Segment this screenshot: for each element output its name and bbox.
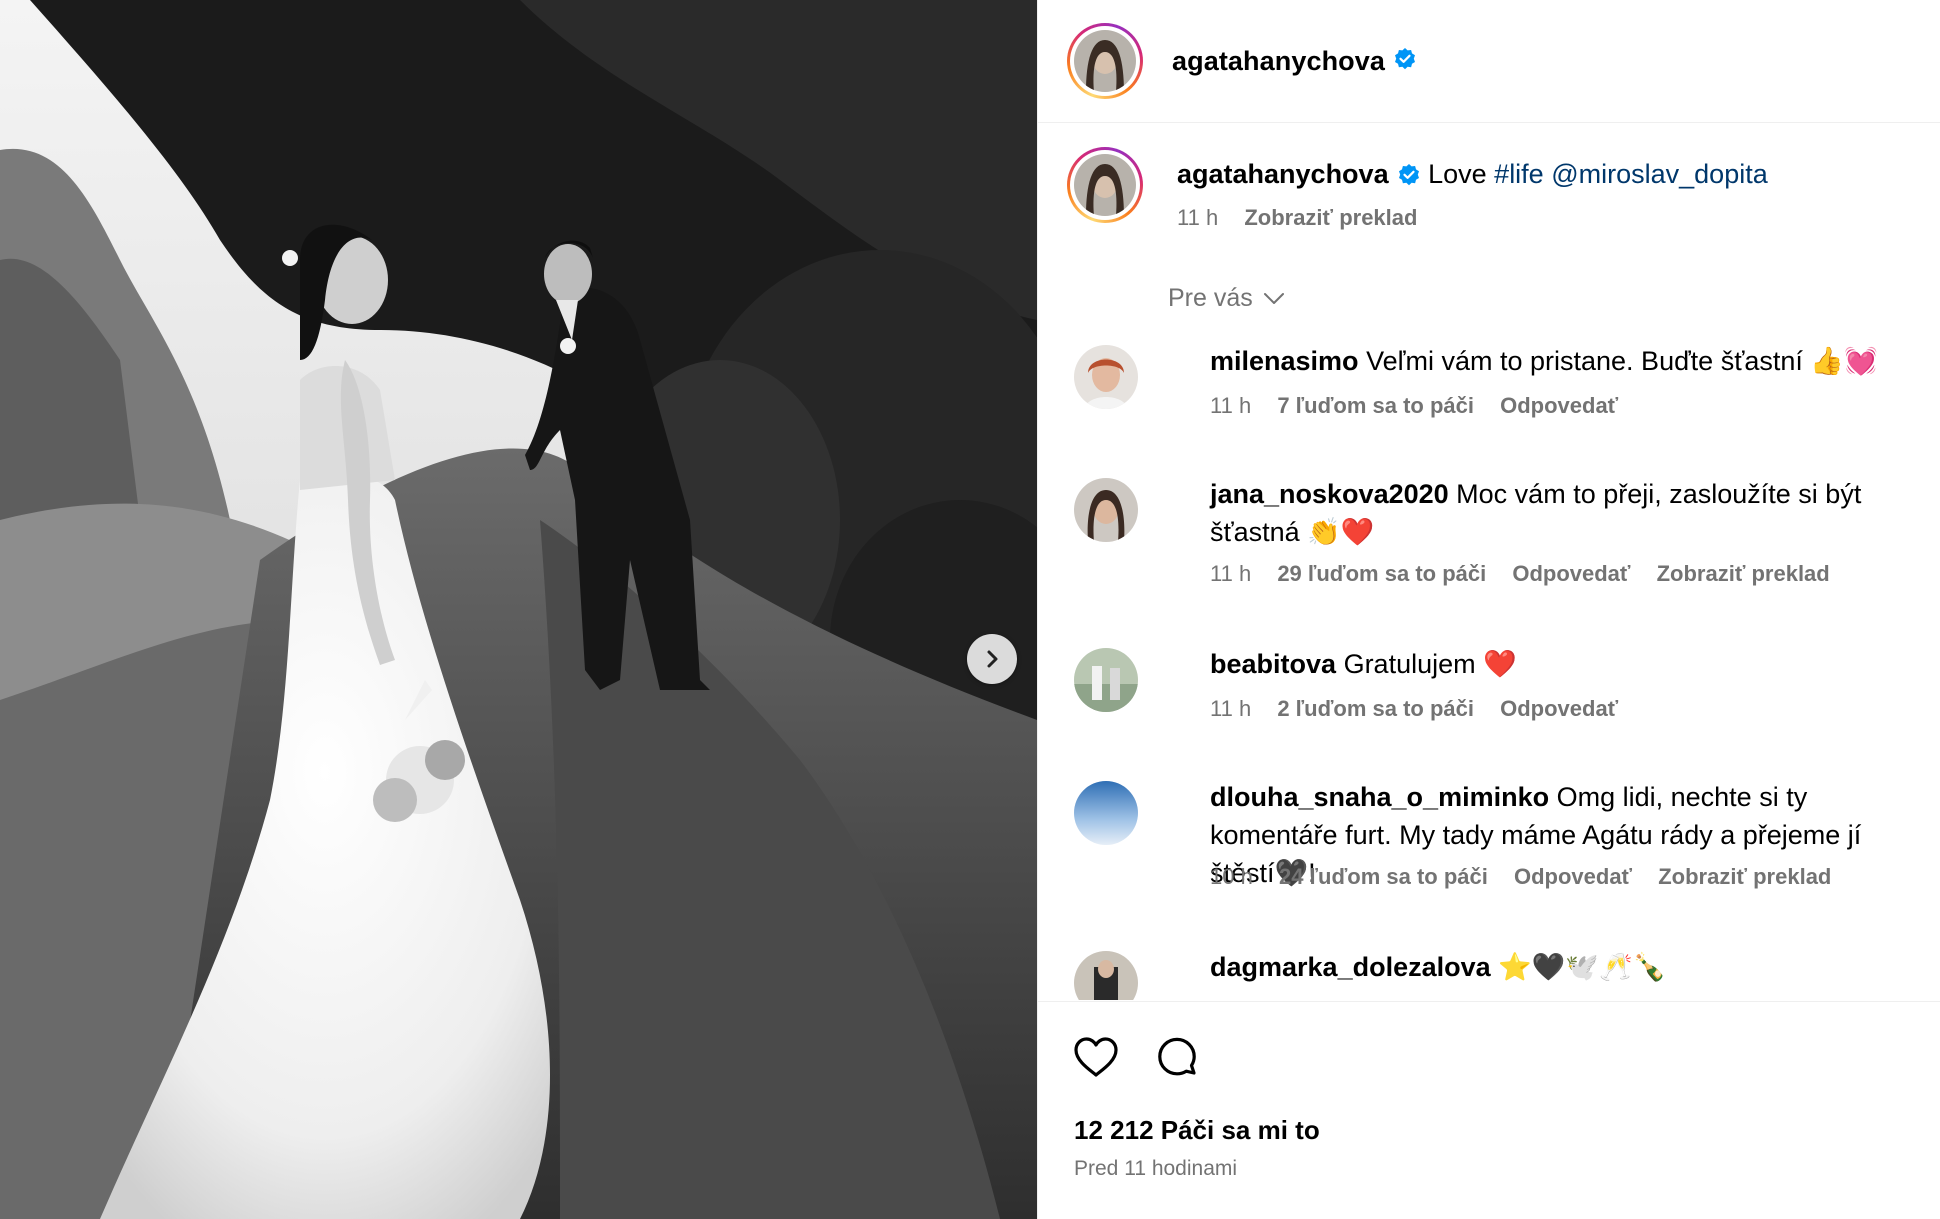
likes-count[interactable]: 12 212 Páči sa mi to <box>1074 1115 1320 1146</box>
comment-reply-button[interactable]: Odpovedať <box>1514 864 1632 889</box>
caption-time: 11 h <box>1177 205 1219 230</box>
comment-likes-link[interactable]: 2 ľuďom sa to páči <box>1277 696 1474 721</box>
commenter-avatar[interactable] <box>1074 781 1138 845</box>
comment-message: Gratulujem ❤️ <box>1343 649 1517 679</box>
commenter-avatar[interactable] <box>1074 478 1138 542</box>
commenter-avatar[interactable] <box>1074 345 1138 409</box>
next-photo-button[interactable] <box>967 634 1017 684</box>
comment-message: ⭐️🖤🕊️🥂🍾 <box>1498 952 1667 982</box>
comment-meta: 11 h 7 ľuďom sa to páči Odpovedať <box>1210 393 1638 419</box>
comment-reply-button[interactable]: Odpovedať <box>1512 561 1630 586</box>
caption-author-avatar[interactable] <box>1067 147 1143 223</box>
comment-text: jana_noskova2020 Moc vám to přeji, zaslo… <box>1210 475 1910 551</box>
comment-icon[interactable] <box>1153 1034 1201 1082</box>
comment-text: beabitova Gratulujem ❤️ <box>1210 645 1910 683</box>
comment-likes-link[interactable]: 24 ľuďom sa to páči <box>1279 864 1488 889</box>
post-photo[interactable] <box>0 0 1037 1219</box>
comment-meta: 11 h 2 ľuďom sa to páči Odpovedať <box>1210 696 1638 722</box>
comment-sort-label: Pre vás <box>1168 284 1253 312</box>
post-actions: 12 212 Páči sa mi to Pred 11 hodinami <box>1038 1001 1940 1219</box>
comment-time: 11 h <box>1210 393 1252 418</box>
comment-translate-link[interactable]: Zobraziť preklad <box>1658 864 1831 889</box>
comment-time: 10 h <box>1210 864 1253 889</box>
wedding-photo <box>0 0 1037 1219</box>
verified-icon <box>1393 47 1417 76</box>
comment-text: milenasimo Veľmi vám to pristane. Buďte … <box>1210 342 1910 380</box>
commenter-username[interactable]: beabitova <box>1210 649 1336 679</box>
comment-text: dagmarka_dolezalova ⭐️🖤🕊️🥂🍾 <box>1210 948 1910 986</box>
author-avatar[interactable] <box>1067 23 1143 99</box>
chevron-down-icon <box>1263 284 1285 313</box>
commenter-username[interactable]: jana_noskova2020 <box>1210 479 1449 509</box>
comment-time: 11 h <box>1210 696 1252 721</box>
caption-hashtag-link[interactable]: #life <box>1494 159 1544 189</box>
caption-mention-link[interactable]: @miroslav_dopita <box>1551 159 1768 189</box>
commenter-avatar[interactable] <box>1074 951 1138 1000</box>
caption-body: Love <box>1428 159 1495 189</box>
comment-time: 11 h <box>1210 561 1252 586</box>
post-header: agatahanychova <box>1038 0 1940 123</box>
commenter-avatar[interactable] <box>1074 648 1138 712</box>
author-username[interactable]: agatahanychova <box>1172 46 1385 77</box>
commenter-username[interactable]: milenasimo <box>1210 346 1359 376</box>
comment-likes-link[interactable]: 7 ľuďom sa to páči <box>1277 393 1474 418</box>
commenter-username[interactable]: dlouha_snaha_o_miminko <box>1210 782 1549 812</box>
heart-icon[interactable] <box>1072 1034 1120 1082</box>
commenter-username[interactable]: dagmarka_dolezalova <box>1210 952 1491 982</box>
action-icons <box>1072 1034 1201 1082</box>
comments-list[interactable]: milenasimo Veľmi vám to pristane. Buďte … <box>1038 330 1940 1000</box>
comment-likes-link[interactable]: 29 ľuďom sa to páči <box>1277 561 1486 586</box>
chevron-right-icon <box>980 647 1004 671</box>
comment-message: Veľmi vám to pristane. Buďte šťastní 👍💓 <box>1366 346 1878 376</box>
comment-sort-dropdown[interactable]: Pre vás <box>1168 284 1285 313</box>
caption-text: agatahanychova Love #life @miroslav_dopi… <box>1177 157 1768 195</box>
post-side-panel: agatahanychova agatahanychova Love #life… <box>1037 0 1940 1219</box>
comment-reply-button[interactable]: Odpovedať <box>1500 393 1618 418</box>
comment-reply-button[interactable]: Odpovedať <box>1500 696 1618 721</box>
caption-translate-link[interactable]: Zobraziť preklad <box>1244 205 1417 230</box>
caption-username[interactable]: agatahanychova <box>1177 159 1389 189</box>
comment-translate-link[interactable]: Zobraziť preklad <box>1657 561 1830 586</box>
caption-meta: 11 h Zobraziť preklad <box>1177 205 1437 231</box>
verified-icon <box>1397 161 1421 195</box>
comment-meta: 11 h 29 ľuďom sa to páči Odpovedať Zobra… <box>1210 561 1850 587</box>
comment-meta: 10 h 24 ľuďom sa to páči Odpovedať Zobra… <box>1210 864 1851 890</box>
post-date[interactable]: Pred 11 hodinami <box>1074 1157 1237 1181</box>
